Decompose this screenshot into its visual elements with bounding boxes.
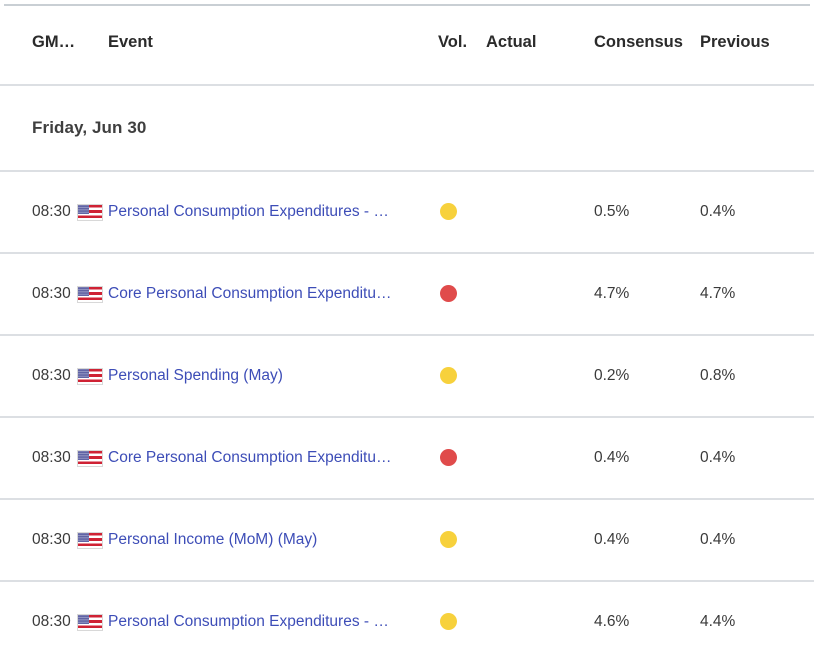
row-event-cell: Personal Consumption Expenditures - … — [108, 581, 438, 662]
row-previous-value: 4.4% — [700, 613, 736, 630]
event-time: 08:30 — [32, 285, 71, 302]
row-time-cell: 08:30 — [0, 171, 108, 254]
table-row[interactable]: 08:30 Core Personal Consumption Expendit… — [0, 253, 814, 336]
row-volatility-cell — [438, 171, 486, 254]
column-header-volatility[interactable]: Vol. — [438, 0, 486, 86]
volatility-dot-icon — [440, 531, 457, 549]
row-volatility-cell — [438, 499, 486, 582]
volatility-dot-icon — [440, 285, 457, 303]
column-header-actual[interactable]: Actual — [486, 0, 594, 86]
us-flag-icon — [76, 203, 103, 221]
us-flag-icon — [76, 613, 103, 631]
row-actual-value — [486, 335, 594, 418]
table-row[interactable]: 08:30 Personal Income (MoM) (May) 0.4% 0… — [0, 499, 814, 582]
row-time-cell: 08:30 — [0, 581, 108, 662]
row-actual-value — [486, 499, 594, 582]
us-flag-icon — [76, 367, 103, 385]
row-volatility-cell — [438, 581, 486, 662]
row-previous-value: 0.4% — [700, 171, 814, 254]
row-consensus-value: 0.4% — [594, 499, 700, 582]
event-name-link[interactable]: Core Personal Consumption Expenditu… — [108, 285, 426, 304]
volatility-dot-icon — [440, 613, 457, 631]
column-header-previous[interactable]: Previous — [700, 0, 814, 86]
row-previous-value: 0.4% — [700, 417, 814, 500]
table-header: GM… Event Vol. Actual Consensus Previous — [0, 0, 814, 86]
us-flag-icon — [76, 449, 103, 467]
event-name-link[interactable]: Core Personal Consumption Expenditu… — [108, 449, 426, 468]
row-time-cell: 08:30 — [0, 335, 108, 418]
volatility-dot-icon — [440, 449, 457, 467]
row-consensus-value: 0.5% — [594, 171, 700, 254]
day-group-cell: Friday, Jun 30 — [0, 85, 814, 172]
row-time-cell: 08:30 — [0, 499, 108, 582]
event-time: 08:30 — [32, 203, 71, 220]
row-event-cell: Core Personal Consumption Expenditu… — [108, 253, 438, 336]
volatility-dot-icon — [440, 367, 457, 385]
volatility-dot-icon — [440, 203, 457, 221]
event-name-link[interactable]: Personal Spending (May) — [108, 367, 438, 386]
table-row[interactable]: 08:30 Personal Consumption Expenditures … — [0, 581, 814, 662]
event-time: 08:30 — [32, 367, 71, 384]
event-time: 08:30 — [32, 449, 71, 466]
row-previous-value: 0.4% — [700, 499, 814, 582]
row-actual-value — [486, 581, 594, 662]
row-previous-value: 0.8% — [700, 335, 814, 418]
row-actual-value — [486, 417, 594, 500]
column-header-time[interactable]: GM… — [0, 0, 108, 86]
row-volatility-cell — [438, 335, 486, 418]
table-body: Friday, Jun 30 08:30 Personal Consumptio… — [0, 85, 814, 662]
row-event-cell: Personal Income (MoM) (May) — [108, 499, 438, 582]
row-time-cell: 08:30 — [0, 417, 108, 500]
row-actual-value — [486, 171, 594, 254]
economic-calendar: GM… Event Vol. Actual Consensus Previous… — [0, 0, 814, 666]
table-row[interactable]: 08:30 Personal Spending (May) 0.2% 0.8% — [0, 335, 814, 418]
row-event-cell: Core Personal Consumption Expenditu… — [108, 417, 438, 500]
row-event-cell: Personal Spending (May) — [108, 335, 438, 418]
row-consensus-value: 4.7% — [594, 253, 700, 336]
row-consensus-value: 4.6% — [594, 613, 630, 630]
header-row: GM… Event Vol. Actual Consensus Previous — [0, 0, 814, 86]
economic-calendar-table: GM… Event Vol. Actual Consensus Previous… — [0, 0, 814, 662]
row-consensus-value: 0.2% — [594, 335, 700, 418]
row-previous-value: 4.7% — [700, 253, 814, 336]
row-actual-value — [486, 253, 594, 336]
day-group-row: Friday, Jun 30 — [0, 85, 814, 172]
day-group-label: Friday, Jun 30 — [32, 118, 147, 137]
event-time: 08:30 — [32, 531, 71, 548]
us-flag-icon — [76, 531, 103, 549]
column-header-event[interactable]: Event — [108, 0, 438, 86]
event-name-link[interactable]: Personal Consumption Expenditures - … — [108, 613, 426, 632]
us-flag-icon — [76, 285, 103, 303]
row-consensus-value: 0.4% — [594, 417, 700, 500]
event-time: 08:30 — [32, 613, 71, 630]
row-volatility-cell — [438, 417, 486, 500]
row-time-cell: 08:30 — [0, 253, 108, 336]
column-header-consensus[interactable]: Consensus — [594, 0, 700, 86]
top-divider — [4, 4, 810, 6]
event-name-link[interactable]: Personal Consumption Expenditures - … — [108, 203, 426, 222]
event-name-link[interactable]: Personal Income (MoM) (May) — [108, 531, 438, 550]
row-volatility-cell — [438, 253, 486, 336]
table-row[interactable]: 08:30 Core Personal Consumption Expendit… — [0, 417, 814, 500]
table-row[interactable]: 08:30 Personal Consumption Expenditures … — [0, 171, 814, 254]
row-event-cell: Personal Consumption Expenditures - … — [108, 171, 438, 254]
